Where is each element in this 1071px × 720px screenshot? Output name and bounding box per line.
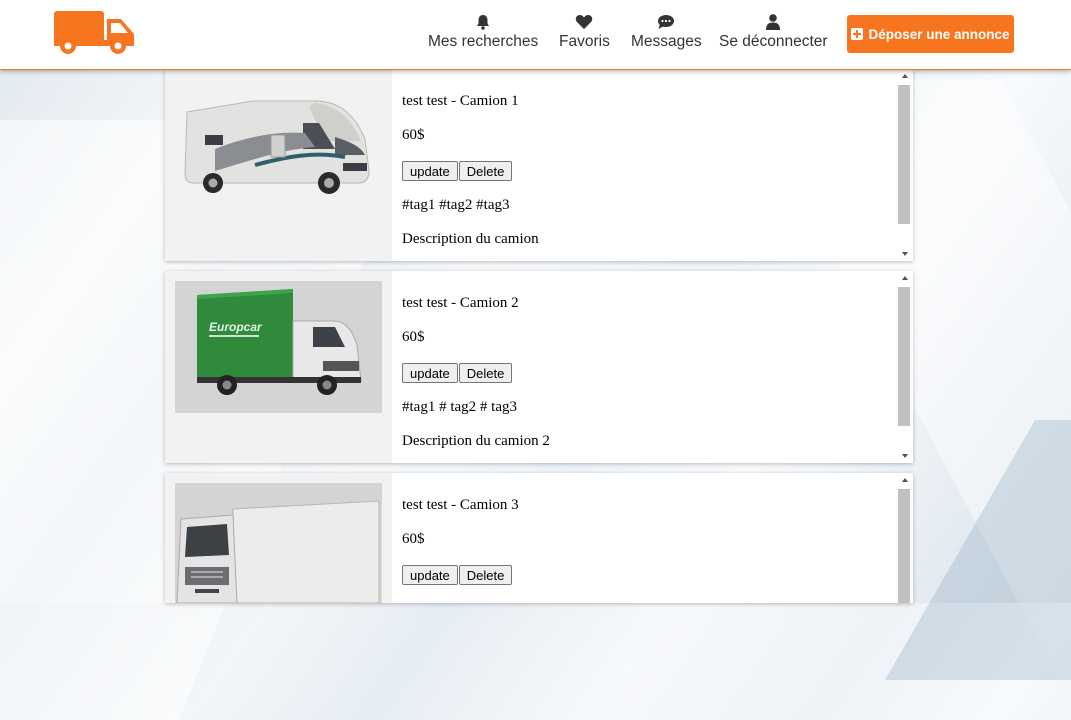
scroll-up-arrow-icon[interactable] bbox=[896, 69, 913, 83]
heart-icon bbox=[576, 15, 593, 29]
listing-title: test test - Camion 2 bbox=[402, 295, 519, 311]
nav-favoris[interactable]: Favoris bbox=[559, 14, 610, 51]
scroll-down-arrow-icon[interactable] bbox=[896, 247, 913, 261]
listing-card: Europcar test test - Camion 2 60$ update… bbox=[165, 271, 913, 463]
nav-messages[interactable]: Messages bbox=[631, 14, 702, 51]
cta-label: Déposer une annonce bbox=[868, 26, 1010, 42]
plus-square-icon bbox=[851, 28, 864, 40]
update-button[interactable]: update bbox=[402, 565, 458, 585]
listing-scrollbar[interactable] bbox=[896, 271, 913, 463]
listing-actions: update Delete bbox=[402, 161, 513, 181]
scroll-up-arrow-icon[interactable] bbox=[896, 271, 913, 285]
listing-price: 60$ bbox=[402, 127, 425, 143]
nav-label: Se déconnecter bbox=[719, 33, 828, 50]
deposer-annonce-button[interactable]: Déposer une annonce bbox=[847, 15, 1014, 53]
motorhome-image[interactable] bbox=[175, 79, 382, 211]
listing-actions: update Delete bbox=[402, 565, 513, 585]
scrollbar-thumb[interactable] bbox=[898, 85, 910, 224]
nav-label: Messages bbox=[631, 33, 702, 50]
listing-actions: update Delete bbox=[402, 363, 513, 383]
chat-icon bbox=[658, 15, 675, 29]
svg-text:Europcar: Europcar bbox=[209, 320, 263, 334]
scroll-up-arrow-icon[interactable] bbox=[896, 473, 913, 487]
top-navbar: Mes recherches Favoris Messages Se décon… bbox=[0, 0, 1071, 70]
update-button[interactable]: update bbox=[402, 363, 458, 383]
thumbnail-area bbox=[165, 473, 392, 603]
listing-description: Description du camion 2 bbox=[402, 433, 550, 449]
listing-price: 60$ bbox=[402, 329, 425, 345]
truck-logo-icon[interactable] bbox=[54, 10, 136, 56]
update-button[interactable]: update bbox=[402, 161, 458, 181]
scroll-down-arrow-icon[interactable] bbox=[896, 449, 913, 463]
delete-button[interactable]: Delete bbox=[458, 363, 513, 383]
delete-button[interactable]: Delete bbox=[458, 565, 513, 585]
user-icon bbox=[766, 14, 781, 30]
thumbnail-area bbox=[165, 69, 392, 261]
listing-scrollbar[interactable] bbox=[896, 69, 913, 261]
box-truck-image[interactable] bbox=[175, 483, 382, 603]
thumbnail-area: Europcar bbox=[165, 271, 392, 463]
listing-card: test test - Camion 3 60$ update Delete bbox=[165, 473, 913, 603]
bell-icon bbox=[477, 15, 490, 30]
listing-card: test test - Camion 1 60$ update Delete #… bbox=[165, 69, 913, 261]
listing-tags: #tag1 #tag2 #tag3 bbox=[402, 197, 510, 213]
listing-description: Description du camion bbox=[402, 231, 539, 247]
listing-tags: #tag1 # tag2 # tag3 bbox=[402, 399, 517, 415]
nav-label: Mes recherches bbox=[428, 33, 539, 50]
listing-title: test test - Camion 1 bbox=[402, 93, 519, 109]
listing-scrollbar[interactable] bbox=[896, 473, 913, 603]
scrollbar-thumb[interactable] bbox=[898, 489, 910, 603]
scrollbar-thumb[interactable] bbox=[898, 287, 910, 426]
nav-mes-recherches[interactable]: Mes recherches bbox=[428, 14, 538, 51]
listing-title: test test - Camion 3 bbox=[402, 497, 519, 513]
europcar-truck-image[interactable]: Europcar bbox=[175, 281, 382, 413]
delete-button[interactable]: Delete bbox=[458, 161, 513, 181]
nav-se-deconnecter[interactable]: Se déconnecter bbox=[719, 14, 828, 51]
nav-label: Favoris bbox=[559, 33, 610, 50]
listing-price: 60$ bbox=[402, 531, 425, 547]
